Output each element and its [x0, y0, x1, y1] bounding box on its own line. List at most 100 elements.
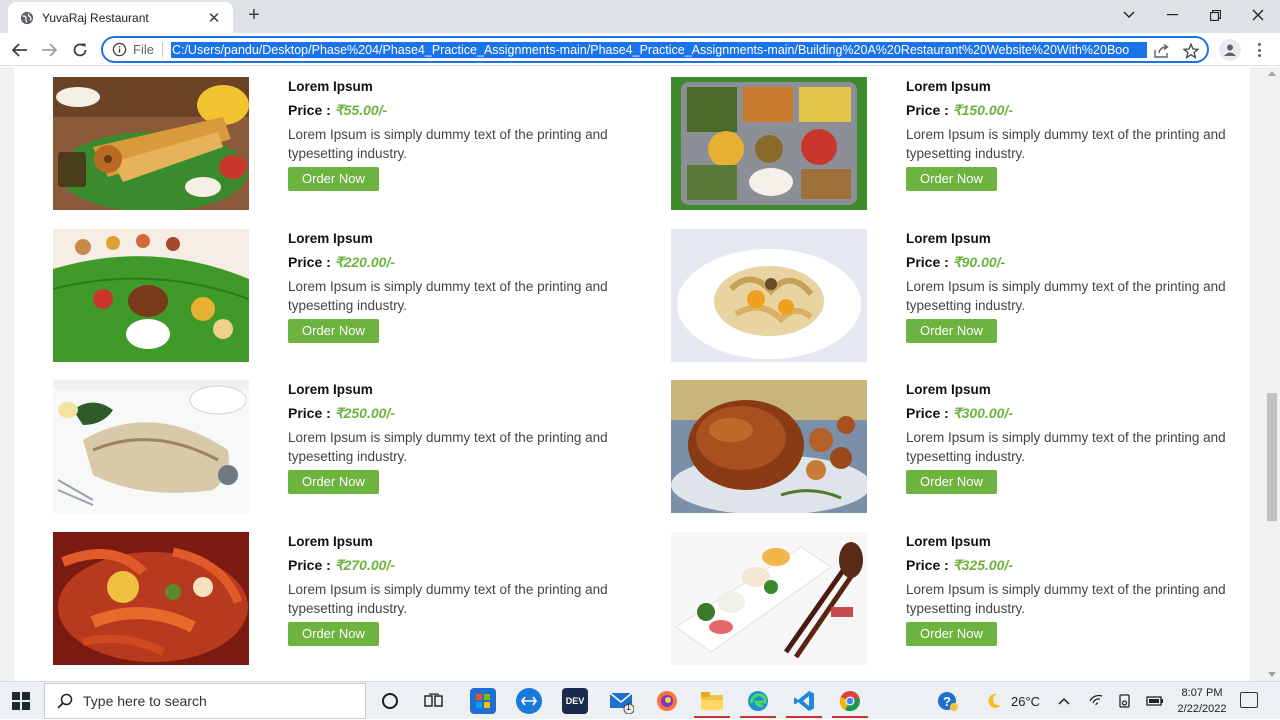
windows-start-icon[interactable]	[12, 692, 30, 710]
menu-item-description: Lorem Ipsum is simply dummy text of the …	[906, 279, 1226, 313]
chrome-icon[interactable]	[837, 688, 863, 714]
clock-date: 2/22/2022	[1177, 703, 1227, 715]
url-text[interactable]: C:/Users/pandu/Desktop/Phase%204/Phase4_…	[170, 41, 1147, 58]
dev-cpp-icon[interactable]: DEV	[562, 688, 588, 714]
menu-item-description: Lorem Ipsum is simply dummy text of the …	[288, 279, 608, 313]
grilled-fish-image	[53, 380, 249, 513]
moon-icon	[988, 693, 1001, 708]
search-placeholder: Type here to search	[83, 693, 207, 709]
edge-icon[interactable]	[745, 688, 771, 714]
order-now-button[interactable]: Order Now	[288, 622, 379, 646]
taskbar-search-box[interactable]: Type here to search	[44, 683, 366, 719]
menu-item-info: Lorem Ipsum Price : ₹90.00/- Lorem Ipsum…	[906, 231, 1266, 343]
file-explorer-icon[interactable]	[699, 688, 725, 714]
browser-toolbar: File C:/Users/pandu/Desktop/Phase%204/Ph…	[0, 33, 1280, 66]
scrollbar-thumb[interactable]	[1267, 393, 1277, 521]
task-view-icon[interactable]	[421, 688, 447, 714]
menu-item: Lorem Ipsum Price : ₹150.00/- Lorem Ipsu…	[671, 77, 1271, 217]
menu-item: Lorem Ipsum Price : ₹220.00/- Lorem Ipsu…	[53, 229, 653, 369]
close-window-icon[interactable]	[1236, 0, 1280, 30]
order-now-button[interactable]: Order Now	[906, 470, 997, 494]
profile-avatar-icon[interactable]	[1219, 39, 1241, 61]
menu-item-description: Lorem Ipsum is simply dummy text of the …	[288, 127, 608, 161]
microsoft-store-icon[interactable]	[470, 688, 496, 714]
back-arrow-icon[interactable]	[8, 38, 32, 62]
menu-item-info: Lorem Ipsum Price : ₹150.00/- Lorem Ipsu…	[906, 79, 1266, 191]
menu-item-info: Lorem Ipsum Price : ₹55.00/- Lorem Ipsum…	[288, 79, 648, 191]
menu-item-price-row: Price : ₹270.00/-	[288, 554, 648, 580]
show-hidden-icons-chevron-icon[interactable]	[1058, 682, 1070, 720]
price-label: Price :	[906, 405, 953, 421]
address-bar[interactable]: File C:/Users/pandu/Desktop/Phase%204/Ph…	[101, 36, 1209, 63]
forward-arrow-icon[interactable]	[37, 38, 61, 62]
price-label: Price :	[906, 557, 953, 573]
scroll-up-arrow-icon[interactable]	[1268, 71, 1276, 76]
menu-item: Lorem Ipsum Price : ₹270.00/- Lorem Ipsu…	[53, 532, 653, 672]
menu-section: Lorem Ipsum Price : ₹55.00/- Lorem Ipsum…	[14, 67, 1250, 681]
mail-icon[interactable]: 1	[608, 688, 634, 714]
cortana-icon[interactable]	[377, 688, 403, 714]
menu-item-info: Lorem Ipsum Price : ₹270.00/- Lorem Ipsu…	[288, 534, 648, 646]
menu-item: Lorem Ipsum Price : ₹250.00/- Lorem Ipsu…	[53, 380, 653, 520]
share-icon[interactable]	[1153, 42, 1171, 60]
vscode-icon[interactable]	[791, 688, 817, 714]
menu-item-name: Lorem Ipsum	[288, 79, 373, 94]
menu-item-info: Lorem Ipsum Price : ₹220.00/- Lorem Ipsu…	[288, 231, 648, 343]
more-options-icon[interactable]	[1252, 41, 1266, 59]
order-now-button[interactable]: Order Now	[288, 167, 379, 191]
sushi-chopsticks-image	[671, 532, 867, 665]
menu-item-price-row: Price : ₹150.00/-	[906, 99, 1266, 125]
notification-center-icon[interactable]	[1240, 692, 1258, 708]
mail-badge: 1	[626, 702, 632, 712]
menu-item-description: Lorem Ipsum is simply dummy text of the …	[906, 430, 1226, 464]
menu-item-name: Lorem Ipsum	[288, 382, 373, 397]
menu-item-name: Lorem Ipsum	[906, 382, 991, 397]
price-label: Price :	[288, 102, 335, 118]
menu-item: Lorem Ipsum Price : ₹90.00/- Lorem Ipsum…	[671, 229, 1271, 369]
pasta-plate-image	[671, 229, 867, 362]
menu-item-price: ₹150.00/-	[952, 102, 1013, 118]
tab-search-chevron-icon[interactable]	[1107, 0, 1151, 30]
price-label: Price :	[906, 102, 953, 118]
menu-item-price: ₹250.00/-	[334, 405, 395, 421]
order-now-button[interactable]: Order Now	[906, 319, 997, 343]
windows-taskbar: Type here to search DEV 1 ? 26°C 8:07 PM…	[0, 681, 1280, 719]
speaker-device-icon[interactable]	[1117, 682, 1133, 720]
running-app-indicator	[832, 716, 868, 718]
menu-item-description: Lorem Ipsum is simply dummy text of the …	[906, 582, 1226, 616]
minimize-window-icon[interactable]	[1150, 0, 1194, 30]
running-app-indicator	[740, 716, 776, 718]
restore-window-icon[interactable]	[1193, 0, 1237, 30]
help-icon[interactable]: ?	[934, 688, 960, 714]
menu-item-price: ₹325.00/-	[952, 557, 1013, 573]
bookmark-star-icon[interactable]	[1182, 42, 1200, 60]
menu-item-description: Lorem Ipsum is simply dummy text of the …	[288, 430, 608, 464]
menu-item-info: Lorem Ipsum Price : ₹300.00/- Lorem Ipsu…	[906, 382, 1266, 494]
thali-platter-image	[671, 77, 867, 210]
menu-item-price-row: Price : ₹250.00/-	[288, 402, 648, 428]
weather-widget[interactable]: 26°C	[985, 682, 1040, 720]
search-icon	[57, 693, 73, 709]
order-now-button[interactable]: Order Now	[906, 622, 997, 646]
order-now-button[interactable]: Order Now	[288, 470, 379, 494]
menu-item: Lorem Ipsum Price : ₹300.00/- Lorem Ipsu…	[671, 380, 1271, 520]
new-tab-icon[interactable]: +	[243, 4, 265, 26]
scroll-down-arrow-icon[interactable]	[1268, 672, 1276, 677]
teamviewer-icon[interactable]	[516, 688, 542, 714]
wifi-icon[interactable]	[1089, 682, 1105, 720]
menu-item-name: Lorem Ipsum	[288, 534, 373, 549]
menu-item-price-row: Price : ₹220.00/-	[288, 251, 648, 277]
info-icon[interactable]	[112, 42, 127, 57]
order-now-button[interactable]: Order Now	[906, 167, 997, 191]
order-now-button[interactable]: Order Now	[288, 319, 379, 343]
vertical-scrollbar[interactable]	[1264, 67, 1280, 681]
browser-tab[interactable]: YuvaRaj Restaurant ✕	[8, 2, 233, 33]
system-clock[interactable]: 8:07 PM 2/22/2022	[1172, 685, 1232, 717]
menu-item-price-row: Price : ₹325.00/-	[906, 554, 1266, 580]
firefox-icon[interactable]	[654, 688, 680, 714]
price-label: Price :	[288, 557, 335, 573]
close-tab-icon[interactable]: ✕	[205, 9, 223, 27]
battery-icon[interactable]	[1146, 682, 1164, 720]
reload-icon[interactable]	[68, 38, 92, 62]
menu-item-price: ₹220.00/-	[334, 254, 395, 270]
